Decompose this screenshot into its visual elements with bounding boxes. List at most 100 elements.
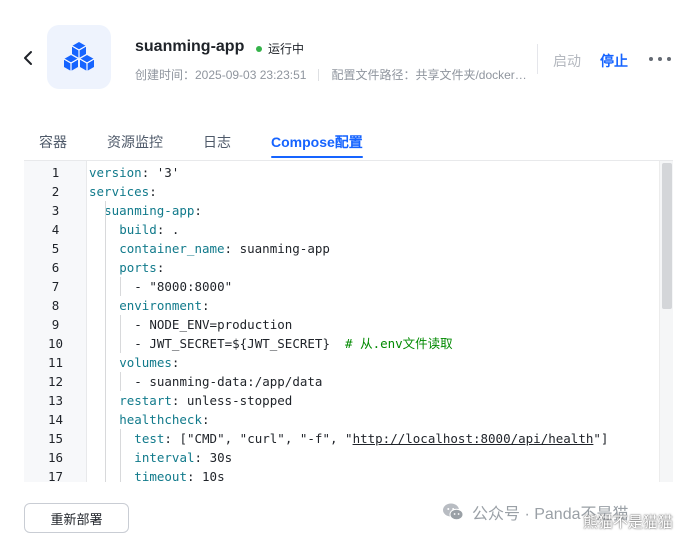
line-number: 13 bbox=[47, 393, 64, 408]
yaml-value: : bbox=[171, 355, 180, 370]
line-number: 6 bbox=[51, 260, 60, 275]
code-line: environment: bbox=[119, 296, 209, 315]
app-icon bbox=[47, 25, 111, 89]
yaml-key: environment bbox=[119, 298, 202, 313]
line-number: 12 bbox=[47, 374, 64, 389]
line-number: 11 bbox=[47, 355, 64, 370]
code-line: healthcheck: bbox=[119, 410, 209, 429]
line-number: 8 bbox=[51, 298, 60, 313]
yaml-key: build bbox=[119, 222, 157, 237]
yaml-key: suanming-app bbox=[104, 203, 195, 218]
line-number: 14 bbox=[47, 412, 64, 427]
tab-container[interactable]: 容器 bbox=[39, 132, 67, 152]
code-url-link[interactable]: http://localhost:8000/api/health bbox=[353, 431, 594, 446]
code-line: volumes: bbox=[119, 353, 179, 372]
line-number: 5 bbox=[51, 241, 60, 256]
yaml-value: : bbox=[201, 298, 210, 313]
yaml-value: : bbox=[201, 412, 210, 427]
code-line: test: ["CMD", "curl", "-f", "http://loca… bbox=[134, 429, 608, 448]
scrollbar-thumb[interactable] bbox=[662, 163, 672, 309]
tab-compose-config[interactable]: Compose配置 bbox=[271, 132, 363, 152]
code-area[interactable]: version: '3' services: suanming-app: build:… bbox=[87, 161, 659, 482]
yaml-value-tail: "] bbox=[593, 431, 609, 446]
line-number: 1 bbox=[51, 165, 60, 180]
header-divider bbox=[537, 44, 538, 74]
yaml-value: : 10s bbox=[186, 469, 225, 482]
code-line: timeout: 10s bbox=[134, 467, 224, 482]
watermark-overlay: 熊猫不是猫猫 bbox=[583, 514, 674, 531]
active-tab-indicator bbox=[271, 156, 363, 158]
config-path: 配置文件路径：共享文件夹/docker/suanming-app/docker-… bbox=[331, 68, 529, 82]
yaml-value: - suanming-data:/app/data bbox=[134, 374, 323, 389]
yaml-key: interval bbox=[134, 450, 195, 465]
yaml-value: : bbox=[194, 203, 202, 218]
indent-guide bbox=[120, 429, 122, 482]
yaml-value: : '3' bbox=[141, 165, 180, 180]
yaml-key: version bbox=[89, 165, 142, 180]
status-badge: 运行中 bbox=[256, 40, 304, 57]
status-text: 运行中 bbox=[268, 42, 305, 56]
line-number: 16 bbox=[47, 450, 64, 465]
more-dot bbox=[667, 57, 671, 61]
code-line: ports: bbox=[119, 258, 164, 277]
indent-guide bbox=[105, 201, 107, 482]
indent-guide bbox=[120, 372, 122, 391]
code-line: suanming-app: bbox=[104, 201, 202, 220]
code-line: - "8000:8000" bbox=[134, 277, 232, 296]
code-line: build: . bbox=[119, 220, 179, 239]
more-dot bbox=[658, 57, 662, 61]
chevron-left-icon bbox=[24, 51, 32, 65]
yaml-comment: # 从.env文件读取 bbox=[345, 336, 453, 351]
code-line: - NODE_ENV=production bbox=[134, 315, 292, 334]
yaml-value: : . bbox=[156, 222, 180, 237]
yaml-value: : bbox=[149, 184, 157, 199]
more-button[interactable] bbox=[649, 50, 671, 68]
indent-guide bbox=[120, 315, 122, 353]
app-meta: 创建时间：2025-09-03 23:23:51 配置文件路径：共享文件夹/do… bbox=[135, 66, 529, 83]
yaml-value: : bbox=[156, 260, 165, 275]
yaml-key: services bbox=[89, 184, 150, 199]
back-button[interactable] bbox=[18, 46, 38, 70]
indent-guide bbox=[120, 277, 122, 296]
redeploy-button[interactable]: 重新部署 bbox=[24, 503, 129, 533]
yaml-value: - NODE_ENV=production bbox=[134, 317, 293, 332]
line-number: 17 bbox=[47, 469, 64, 482]
line-number: 15 bbox=[47, 431, 64, 446]
yaml-key: container_name bbox=[119, 241, 225, 256]
code-line: restart: unless-stopped bbox=[119, 391, 292, 410]
compose-editor[interactable]: 1 2 3 4 5 6 7 8 9 10 11 12 13 14 15 16 17 version: '3' se… bbox=[24, 160, 673, 482]
tab-resource-monitor[interactable]: 资源监控 bbox=[107, 132, 163, 152]
line-number: 4 bbox=[51, 222, 60, 237]
code-line: interval: 30s bbox=[134, 448, 232, 467]
yaml-value: : 30s bbox=[194, 450, 233, 465]
start-button[interactable]: 启动 bbox=[553, 51, 581, 71]
yaml-key: healthcheck bbox=[119, 412, 202, 427]
more-dot bbox=[649, 57, 653, 61]
line-number: 2 bbox=[51, 184, 60, 199]
yaml-key: test bbox=[134, 431, 165, 446]
code-line: container_name: suanming-app bbox=[119, 239, 330, 258]
yaml-value: - "8000:8000" bbox=[134, 279, 233, 294]
line-number: 10 bbox=[47, 336, 64, 351]
meta-divider bbox=[318, 68, 320, 81]
line-number: 3 bbox=[51, 203, 60, 218]
code-line: - suanming-data:/app/data bbox=[134, 372, 322, 391]
yaml-key: volumes bbox=[119, 355, 172, 370]
yaml-key: timeout bbox=[134, 469, 187, 482]
editor-scrollbar[interactable] bbox=[659, 161, 673, 482]
status-dot bbox=[256, 45, 262, 52]
code-line: version: '3' bbox=[89, 163, 179, 182]
blocks-icon bbox=[63, 42, 95, 71]
stop-button[interactable]: 停止 bbox=[600, 51, 628, 71]
line-number-gutter: 1 2 3 4 5 6 7 8 9 10 11 12 13 14 15 16 17 bbox=[24, 161, 87, 482]
line-number: 7 bbox=[51, 279, 60, 294]
yaml-value: : suanming-app bbox=[224, 241, 330, 256]
tab-logs[interactable]: 日志 bbox=[203, 132, 231, 152]
created-time: 创建时间：2025-09-03 23:23:51 bbox=[135, 68, 307, 82]
wechat-icon bbox=[443, 503, 464, 521]
code-line: services: bbox=[89, 182, 157, 201]
app-name: suanming-app bbox=[135, 38, 245, 55]
line-number: 9 bbox=[51, 317, 60, 332]
yaml-key: ports bbox=[119, 260, 157, 275]
yaml-value: : unless-stopped bbox=[171, 393, 293, 408]
